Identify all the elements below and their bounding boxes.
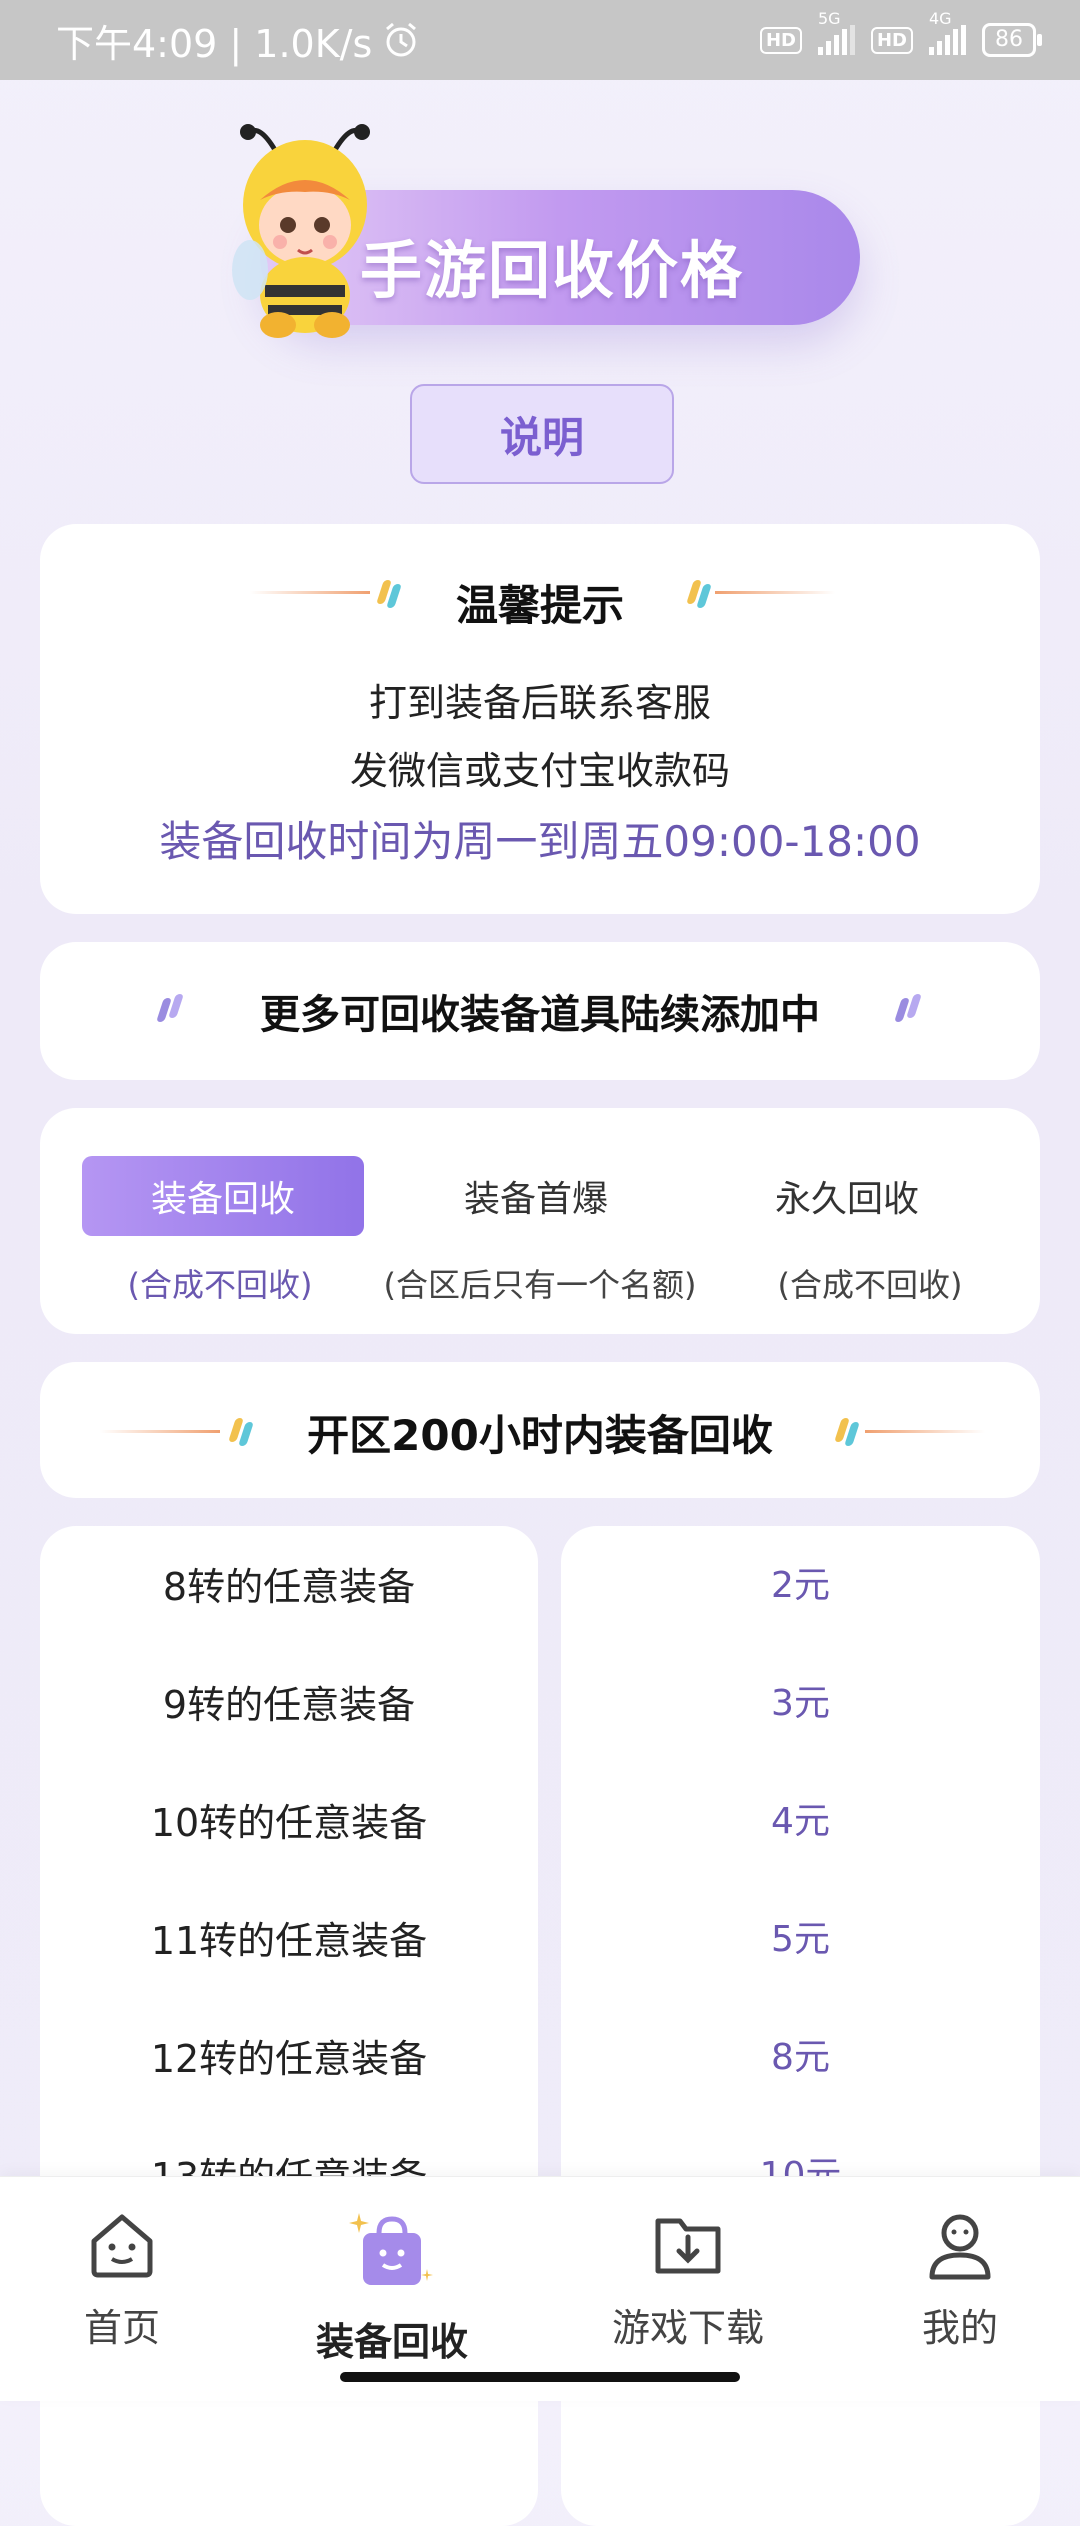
more-notice: 更多可回收装备道具陆续添加中: [260, 992, 820, 1038]
item-name: 10转的任意装备: [150, 1801, 428, 1845]
signal-bars-icon: [817, 25, 855, 55]
item-name: 12转的任意装备: [150, 2037, 428, 2081]
battery-icon: 86: [982, 23, 1042, 57]
user-icon: [929, 2214, 991, 2280]
tabs-card: 装备回收 装备首爆 永久回收 (合成不回收) (合区后只有一个名额) (合成不回…: [40, 1108, 1040, 1334]
bottom-nav: 首页 装备回收 游戏下载 我的: [0, 2176, 1080, 2401]
tab-sub-permanent-recycle: (合成不回收): [777, 1266, 963, 1304]
nav-item-home[interactable]: 首页: [12, 2207, 232, 2352]
section-title-card: 开区200小时内装备回收: [40, 1362, 1040, 1498]
signal-5g: 5G: [817, 9, 855, 55]
item-price: 3元: [771, 1683, 830, 1724]
explain-button[interactable]: 说明: [410, 384, 674, 484]
item-price: 5元: [771, 1919, 830, 1960]
tab-equipment-recycle[interactable]: 装备回收: [82, 1156, 364, 1236]
tips-card: 温馨提示 打到装备后联系客服 发微信或支付宝收款码 装备回收时间为周一到周五09…: [40, 524, 1040, 914]
nav-item-game-download[interactable]: 游戏下载: [578, 2207, 798, 2352]
page-banner: 手游回收价格: [220, 120, 860, 340]
nav-item-mine[interactable]: 我的: [850, 2207, 1070, 2352]
decor-line-right: [715, 591, 835, 594]
item-price: 8元: [771, 2037, 830, 2078]
item-name: 9转的任意装备: [162, 1683, 416, 1727]
item-price: 4元: [771, 1801, 830, 1842]
signal-bars-icon: [929, 25, 966, 55]
tips-line-2: 发微信或支付宝收款码: [349, 749, 730, 793]
nav-label-game-download: 游戏下载: [611, 2306, 764, 2350]
alarm-icon: [386, 22, 417, 57]
shopping-bag-icon: [349, 2213, 433, 2285]
status-bar: 下午4:09 | 1.0K/s HD 5G HD 4G 86: [0, 0, 1080, 80]
notice-card: 更多可回收装备道具陆续添加中: [40, 942, 1040, 1080]
status-time-speed: 下午4:09 | 1.0K/s: [56, 21, 373, 66]
hd-badge-2: HD: [870, 26, 913, 54]
nav-label-mine: 我的: [921, 2306, 998, 2350]
tab-sub-first-drop: (合区后只有一个名额): [383, 1266, 697, 1304]
tab-first-drop[interactable]: 装备首爆: [395, 1156, 677, 1236]
signal-4g: 4G: [929, 9, 966, 55]
item-name: 11转的任意装备: [150, 1919, 428, 1963]
home-indicator[interactable]: [340, 2372, 740, 2382]
item-price: 2元: [771, 1565, 830, 1606]
tips-line-1: 打到装备后联系客服: [368, 681, 711, 725]
item-name: 8转的任意装备: [162, 1565, 416, 1609]
tab-permanent-recycle[interactable]: 永久回收: [706, 1156, 988, 1236]
tips-line-3: 装备回收时间为周一到周五09:00-18:00: [159, 817, 921, 866]
tab-sub-equipment-recycle: (合成不回收): [127, 1266, 313, 1304]
tips-title: 温馨提示: [455, 581, 624, 630]
nav-item-equipment-recycle[interactable]: 装备回收: [282, 2207, 502, 2366]
decor-line-right: [865, 1430, 985, 1433]
home-icon: [91, 2214, 153, 2278]
download-folder-icon: [655, 2218, 721, 2274]
nav-label-home: 首页: [83, 2306, 160, 2350]
hd-badge-1: HD: [759, 26, 802, 54]
nav-label-equipment-recycle: 装备回收: [315, 2320, 468, 2364]
banner-title: 手游回收价格: [360, 234, 745, 307]
